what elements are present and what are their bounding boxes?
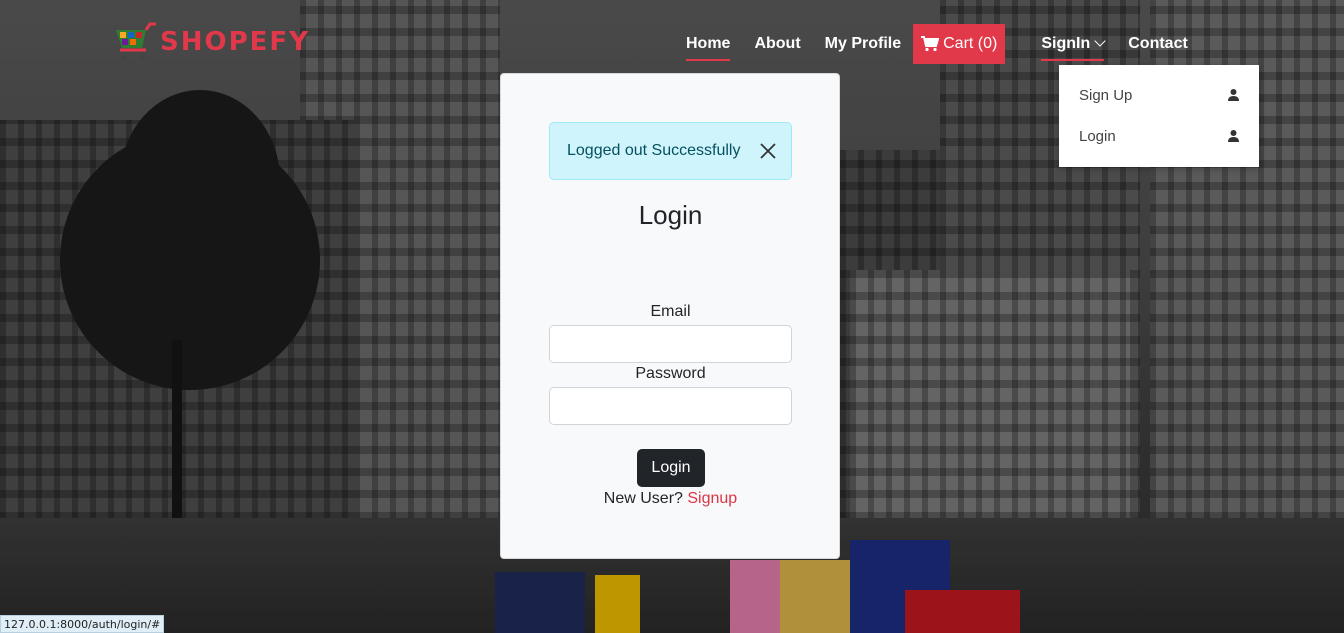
new-user-text: New User? — [603, 490, 683, 507]
signin-label: SignIn — [1041, 35, 1091, 52]
alert-message: Logged out Successfully — [567, 142, 741, 159]
main-nav: Home About My Profile Cart (0) SignIn Co… — [686, 24, 1212, 64]
status-bar-url: 127.0.0.1:8000/auth/login/# — [0, 615, 165, 633]
dropdown-item-sign-up[interactable]: Sign Up — [1079, 83, 1239, 107]
nav-about[interactable]: About — [754, 24, 800, 64]
logout-alert: Logged out Successfully — [549, 122, 792, 180]
shopping-cart-logo-icon — [116, 22, 156, 60]
new-user-prompt: New User? Signup — [549, 490, 792, 508]
nav-contact[interactable]: Contact — [1128, 24, 1188, 64]
login-button[interactable]: Login — [637, 449, 705, 487]
nav-cart-button[interactable]: Cart (0) — [913, 24, 1006, 64]
nav-home[interactable]: Home — [686, 24, 731, 64]
nav-signin-dropdown[interactable]: SignIn — [1041, 24, 1106, 64]
dropdown-item-login[interactable]: Login — [1079, 124, 1239, 148]
dropdown-item-label: Sign Up — [1079, 86, 1133, 104]
login-card: Logged out Successfully Login Email Pass… — [500, 73, 840, 559]
password-field[interactable] — [549, 387, 792, 425]
dropdown-item-label: Login — [1079, 127, 1116, 145]
chevron-down-icon — [1094, 35, 1106, 47]
user-icon — [1228, 89, 1239, 101]
signin-dropdown-menu: Sign Up Login — [1059, 65, 1259, 167]
close-icon[interactable] — [759, 142, 777, 160]
password-label: Password — [635, 365, 706, 382]
email-label: Email — [650, 303, 691, 320]
cart-label: Cart (0) — [943, 35, 998, 52]
page-title: Login — [638, 200, 703, 230]
brand-logo[interactable]: SHOPEFY — [112, 22, 310, 62]
email-field[interactable] — [549, 325, 792, 363]
signup-link[interactable]: Signup — [687, 490, 737, 507]
nav-my-profile[interactable]: My Profile — [825, 24, 901, 64]
cart-icon — [921, 36, 940, 52]
user-icon — [1228, 130, 1239, 142]
brand-name: SHOPEFY — [160, 27, 310, 57]
